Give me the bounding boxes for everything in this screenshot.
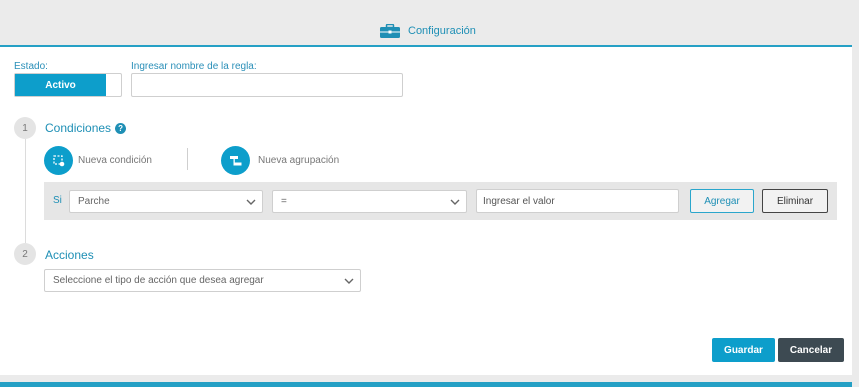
help-icon[interactable]: ?	[115, 122, 127, 134]
field-select-value: Parche	[78, 196, 110, 207]
chevron-down-icon	[246, 199, 256, 205]
estado-toggle-on: Activo	[15, 74, 106, 96]
action-type-select-value: Seleccione el tipo de acción que desea a…	[53, 275, 264, 286]
header-title-label: Configuración	[408, 25, 476, 37]
step-number-2: 2	[14, 243, 36, 265]
conditions-title-label: Condiciones	[45, 121, 112, 135]
step-connector	[25, 139, 26, 243]
field-select[interactable]: Parche	[69, 190, 263, 213]
header-title: Configuración	[380, 24, 476, 38]
value-input[interactable]: Ingresar el valor	[476, 189, 679, 213]
actions-title: Acciones	[45, 248, 94, 262]
chevron-down-icon	[450, 199, 460, 205]
briefcase-icon	[380, 24, 400, 38]
new-condition-button[interactable]	[44, 146, 73, 175]
rule-name-input[interactable]	[131, 73, 403, 97]
condition-icon	[52, 154, 64, 166]
cancel-button[interactable]: Cancelar	[778, 338, 844, 362]
action-type-select[interactable]: Seleccione el tipo de acción que desea a…	[44, 269, 361, 292]
condition-prefix: Si	[53, 195, 62, 206]
step-number-1: 1	[14, 117, 36, 139]
new-condition-label[interactable]: Nueva condición	[78, 155, 152, 166]
operator-select-value: =	[281, 196, 287, 207]
new-group-label[interactable]: Nueva agrupación	[258, 155, 339, 166]
rule-name-label: Ingresar nombre de la regla:	[131, 61, 257, 72]
divider	[187, 148, 188, 170]
estado-label: Estado:	[14, 61, 48, 72]
add-button[interactable]: Agregar	[690, 189, 754, 213]
conditions-title: Condiciones ?	[45, 121, 127, 135]
operator-select[interactable]: =	[272, 190, 467, 213]
bottom-accent-bar	[0, 382, 852, 387]
new-group-button[interactable]	[221, 146, 250, 175]
estado-toggle[interactable]: Activo	[14, 73, 122, 97]
header-bar: Configuración	[0, 0, 852, 47]
remove-button[interactable]: Eliminar	[762, 189, 828, 213]
chevron-down-icon	[344, 278, 354, 284]
save-button[interactable]: Guardar	[712, 338, 775, 362]
actions-title-label: Acciones	[45, 248, 94, 262]
group-icon	[229, 155, 241, 165]
app-frame: Configuración Estado: Activo Ingresar no…	[0, 0, 859, 387]
